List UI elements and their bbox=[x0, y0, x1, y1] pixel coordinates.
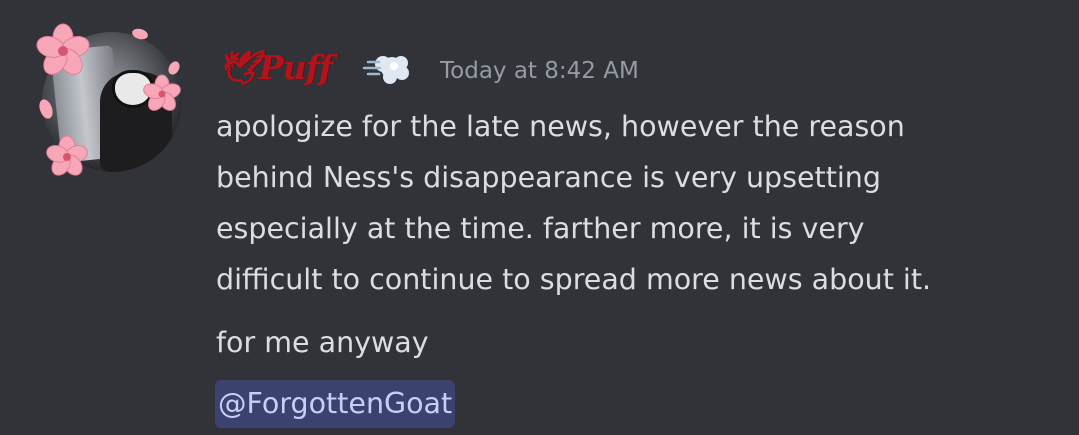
message-line: difficult to continue to spread more new… bbox=[216, 263, 932, 296]
message-line: apologize for the late news, however the… bbox=[216, 110, 905, 143]
chat-message: 🕊Puff Today at 8:42 AM apologize for the… bbox=[0, 0, 1079, 435]
petal-icon bbox=[132, 28, 148, 40]
puff-cloud-icon[interactable] bbox=[362, 48, 412, 88]
timestamp[interactable]: Today at 8:42 AM bbox=[440, 53, 639, 89]
cherry-blossom-icon bbox=[143, 74, 181, 111]
message-line: especially at the time. farther more, it… bbox=[216, 212, 865, 245]
message-content: apologize for the late news, however the… bbox=[216, 101, 1066, 368]
followup-message: for me anyway bbox=[216, 326, 429, 359]
avatar[interactable] bbox=[34, 23, 190, 180]
petal-icon bbox=[168, 61, 180, 75]
petal-icon bbox=[39, 99, 53, 119]
cherry-blossom-icon bbox=[36, 23, 90, 75]
user-mention[interactable]: @ForgottenGoat bbox=[215, 380, 456, 428]
cherry-blossom-icon bbox=[46, 135, 88, 176]
message-line: behind Ness's disappearance is very upse… bbox=[216, 161, 881, 194]
username[interactable]: 🕊Puff bbox=[218, 46, 333, 90]
